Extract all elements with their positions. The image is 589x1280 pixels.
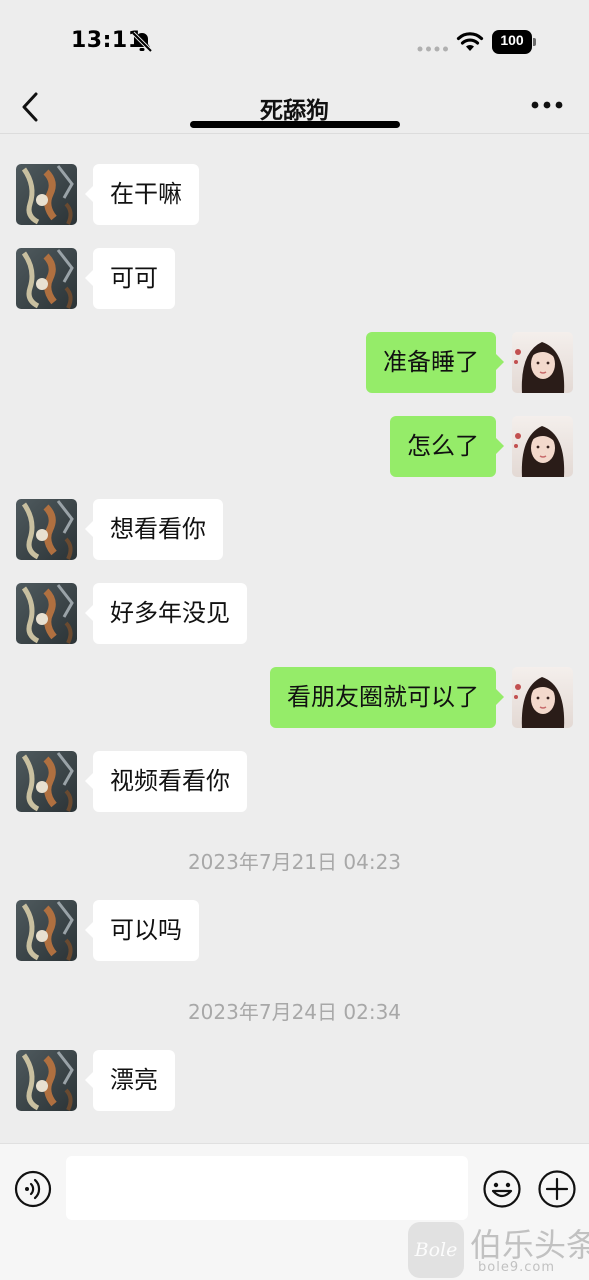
message-row: 准备睡了 (0, 332, 589, 394)
message-row: 好多年没见 (0, 583, 589, 645)
watermark-sub: bole9.com (478, 1260, 555, 1275)
contact-avatar[interactable] (16, 1050, 77, 1111)
chat-title[interactable]: 死舔狗 (0, 91, 589, 125)
message-bubble-received[interactable]: 可可 (85, 248, 175, 309)
emoji-icon[interactable] (482, 1169, 522, 1209)
message-bubble-received[interactable]: 视频看看你 (85, 751, 247, 812)
contact-avatar[interactable] (16, 751, 77, 812)
more-icon[interactable] (530, 100, 564, 110)
contact-avatar[interactable] (16, 164, 77, 225)
message-bubble-received[interactable]: 想看看你 (85, 499, 223, 560)
message-bubble-sent[interactable]: 看朋友圈就可以了 (270, 667, 504, 728)
status-bar: 13:11 100 (0, 0, 589, 84)
wifi-icon (456, 32, 484, 51)
message-timestamp: 2023年7月24日 02:34 (187, 1000, 402, 1024)
self-avatar[interactable] (512, 667, 573, 728)
self-avatar[interactable] (512, 332, 573, 393)
battery-icon: 100 (492, 30, 536, 54)
message-row: 想看看你 (0, 499, 589, 561)
battery-level: 100 (500, 32, 524, 48)
message-bubble-received[interactable]: 在干嘛 (85, 164, 199, 225)
battery-tip (533, 38, 536, 46)
plus-icon[interactable] (537, 1169, 577, 1209)
contact-avatar[interactable] (16, 499, 77, 560)
message-bubble-received[interactable]: 漂亮 (85, 1050, 175, 1111)
message-row: 视频看看你 (0, 751, 589, 813)
message-row: 漂亮 (0, 1050, 589, 1112)
bell-slash-icon (131, 31, 153, 53)
message-bubble-received[interactable]: 可以吗 (85, 900, 199, 961)
voice-icon[interactable] (14, 1170, 52, 1208)
signal-dots-icon (417, 46, 448, 52)
contact-avatar[interactable] (16, 248, 77, 309)
message-bubble-sent[interactable]: 怎么了 (390, 416, 504, 477)
message-row: 在干嘛 (0, 164, 589, 226)
contact-avatar[interactable] (16, 583, 77, 644)
home-indicator[interactable] (190, 121, 400, 128)
contact-avatar[interactable] (16, 900, 77, 961)
message-timestamp: 2023年7月21日 04:23 (187, 850, 402, 874)
watermark: Bole 伯乐头条 bole9.com (408, 1220, 589, 1280)
self-avatar[interactable] (512, 416, 573, 477)
watermark-logo: Bole (408, 1222, 464, 1278)
message-row: 怎么了 (0, 416, 589, 478)
message-list[interactable]: 在干嘛 可可 准备睡了 怎么了 想看看你 好多年没见 看朋友圈就可以了 视频看看… (0, 135, 589, 1143)
message-bubble-sent[interactable]: 准备睡了 (366, 332, 504, 393)
message-input[interactable] (66, 1156, 468, 1220)
message-bubble-received[interactable]: 好多年没见 (85, 583, 247, 644)
message-row: 可以吗 (0, 900, 589, 962)
message-row: 看朋友圈就可以了 (0, 667, 589, 729)
message-row: 可可 (0, 248, 589, 310)
